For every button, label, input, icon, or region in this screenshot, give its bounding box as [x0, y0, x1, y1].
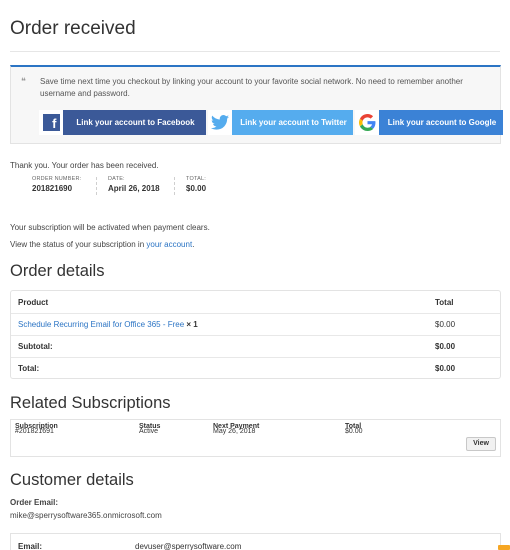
- overview-order-number: ORDER NUMBER: 201821690: [32, 176, 81, 196]
- related-subscriptions-heading: Related Subscriptions: [10, 394, 171, 412]
- subscription-total: $0.00: [345, 428, 363, 435]
- link-google-label: Link your account to Google: [387, 118, 497, 127]
- col-total: Total: [435, 298, 454, 307]
- subscription-status-line: View the status of your subscription in …: [10, 240, 194, 249]
- email-label: Email:: [18, 542, 43, 550]
- scroll-indicator: [498, 545, 510, 550]
- social-link-notice: ❝ Save time next time you checkout by li…: [10, 65, 503, 144]
- order-email-label: Order Email:: [10, 498, 59, 507]
- item-total: $0.00: [435, 320, 456, 329]
- item-quantity: × 1: [186, 320, 198, 329]
- social-message: Save time next time you checkout by link…: [40, 77, 463, 98]
- table-row: Subtotal: $0.00: [11, 335, 500, 357]
- order-number-value: 201821690: [32, 184, 73, 193]
- overview-total: TOTAL: $0.00: [186, 176, 206, 196]
- customer-details-heading: Customer details: [10, 471, 134, 489]
- title-divider: [10, 51, 500, 52]
- subscription-link[interactable]: #201821691: [15, 428, 54, 435]
- order-total-value: $0.00: [435, 364, 456, 373]
- page-title: Order received: [10, 18, 136, 39]
- order-email-value: mike@sperrysoftware365.onmicrosoft.com: [10, 511, 162, 520]
- view-subscription-button[interactable]: View: [466, 437, 496, 451]
- col-product: Product: [18, 298, 49, 307]
- facebook-icon: f: [39, 110, 63, 135]
- overview-divider: [174, 177, 175, 195]
- info-icon: ❝: [21, 76, 26, 86]
- your-account-link[interactable]: your account: [146, 240, 192, 249]
- status-suffix: .: [192, 240, 195, 249]
- overview-date: DATE: April 26, 2018: [108, 176, 160, 196]
- link-facebook-label: Link your account to Facebook: [76, 118, 195, 127]
- twitter-icon: [208, 110, 232, 135]
- subtotal-value: $0.00: [435, 342, 456, 351]
- link-facebook-button[interactable]: f Link your account to Facebook: [39, 110, 206, 135]
- customer-details-table: Email: devuser@sperrysoftware.com: [10, 533, 501, 550]
- order-details-table: Product Total Schedule Recurring Email f…: [10, 290, 501, 379]
- status-prefix: View the status of your subscription in: [10, 240, 147, 249]
- order-details-heading: Order details: [10, 262, 105, 280]
- overview-divider: [96, 177, 97, 195]
- order-total-label: Total:: [18, 364, 40, 373]
- order-number-label: ORDER NUMBER:: [32, 176, 82, 182]
- product-link[interactable]: Schedule Recurring Email for Office 365 …: [18, 320, 184, 329]
- link-google-button[interactable]: Link your account to Google: [355, 110, 503, 135]
- next-payment-date: May 26, 2018: [213, 428, 256, 435]
- email-value: devuser@sperrysoftware.com: [135, 542, 242, 550]
- related-subscriptions-table: Subscription Status Next Payment Total #…: [10, 419, 501, 457]
- thank-you-message: Thank you. Your order has been received.: [10, 161, 159, 170]
- order-item: Schedule Recurring Email for Office 365 …: [18, 320, 198, 329]
- link-twitter-button[interactable]: Link your account to Twitter: [208, 110, 353, 135]
- subscription-status: Active: [139, 428, 159, 435]
- table-row: Total: $0.00: [11, 357, 500, 379]
- total-label: TOTAL:: [186, 176, 206, 182]
- total-value: $0.00: [186, 184, 207, 193]
- date-label: DATE:: [108, 176, 125, 182]
- subtotal-label: Subtotal:: [18, 342, 53, 351]
- date-value: April 26, 2018: [108, 184, 160, 193]
- link-twitter-label: Link your account to Twitter: [240, 118, 347, 127]
- subscription-note: Your subscription will be activated when…: [10, 223, 210, 232]
- table-row: Schedule Recurring Email for Office 365 …: [11, 313, 500, 335]
- google-icon: [355, 110, 379, 135]
